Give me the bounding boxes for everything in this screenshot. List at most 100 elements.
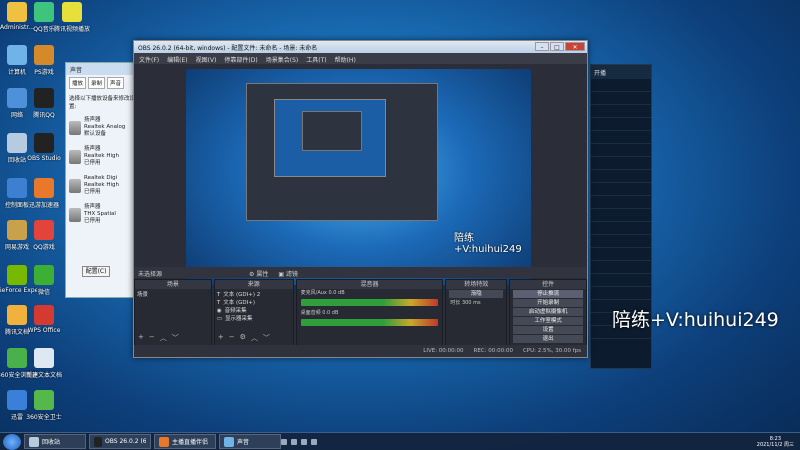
list-item[interactable] (591, 92, 651, 105)
source-item[interactable]: T 文本 (GDI+) 2 (217, 291, 291, 299)
tab-recording[interactable]: 录制 (88, 77, 106, 89)
device-state: 默认设备 (84, 131, 107, 137)
menu-scene-collection[interactable]: 场景集合(S) (266, 55, 299, 64)
list-item[interactable] (591, 131, 651, 144)
list-item[interactable] (591, 144, 651, 157)
desktop-icon[interactable]: 迅游加速器 (24, 178, 64, 209)
list-item[interactable] (591, 196, 651, 209)
device-driver: THX Spatial (84, 211, 116, 217)
list-item[interactable] (591, 79, 651, 92)
list-item[interactable] (591, 235, 651, 248)
scenes-dock[interactable]: 场景 场景 + − ︿ ﹀ (134, 279, 212, 346)
tab-playback[interactable]: 播放 (69, 77, 87, 89)
obs-titlebar[interactable]: OBS 26.0.2 (64-bit, windows) - 配置文件: 未命名… (134, 41, 587, 53)
obs-preview[interactable]: 陪练+V:huihui249 (186, 69, 531, 294)
list-item[interactable] (591, 287, 651, 300)
menu-help[interactable]: 帮助(H) (335, 55, 356, 64)
virtual-camera-button[interactable]: 启动虚拟摄像机 (513, 308, 584, 316)
add-icon[interactable]: + (218, 333, 224, 343)
start-button[interactable] (3, 433, 21, 450)
properties-button[interactable]: ⚙ 属性 (249, 269, 268, 278)
taskbar-button[interactable]: 声音 (219, 434, 281, 449)
desktop-icon[interactable]: QQ游戏 (24, 220, 64, 251)
duration-row: 时长 300 ms (446, 299, 506, 306)
settings-button[interactable]: 设置 (513, 326, 584, 334)
tray-icon[interactable] (291, 438, 297, 445)
up-icon[interactable]: ︿ (251, 333, 258, 343)
monitor-icon: ▭ (216, 316, 223, 322)
device-driver: Realtek Analog (84, 124, 126, 130)
filters-button[interactable]: ▣ 滤镜 (278, 269, 298, 278)
up-icon[interactable]: ︿ (160, 333, 167, 343)
configure-button[interactable]: 配置(C) (82, 266, 110, 277)
desktop-icon-label: 迅游加速器 (28, 202, 59, 209)
list-item[interactable] (591, 170, 651, 183)
down-icon[interactable]: ﹀ (172, 333, 179, 343)
desktop-icon[interactable]: WPS Office (24, 305, 64, 334)
remove-icon[interactable]: − (229, 333, 235, 343)
add-icon[interactable]: + (138, 333, 144, 343)
list-item[interactable] (591, 183, 651, 196)
tab-sounds[interactable]: 声音 (107, 77, 125, 89)
mixer-track: 麦克风/Aux 0.0 dB (297, 289, 443, 296)
desktop-icon[interactable]: PS游戏 (24, 45, 64, 76)
list-item[interactable] (591, 118, 651, 131)
taskbar-button[interactable]: OBS 26.0.2 (64... (89, 434, 151, 449)
list-item[interactable] (591, 274, 651, 287)
source-item[interactable]: ◉ 音频采集 (217, 307, 291, 315)
remove-icon[interactable]: − (149, 333, 155, 343)
mixer-dock[interactable]: 混音器 麦克风/Aux 0.0 dB 桌面音频 0.0 dB (295, 279, 444, 346)
desktop-icon[interactable]: 新建文本文档 (24, 348, 64, 379)
sources-dock[interactable]: 来源 T 文本 (GDI+) 2 T 文本 (GDI+) ◉ 音频采集 ▭ 显示器采集 … (213, 279, 294, 346)
volume-meter[interactable] (300, 319, 439, 326)
studio-mode-button[interactable]: 工作室模式 (513, 317, 584, 325)
stop-streaming-button[interactable]: 停止推流 (513, 290, 584, 298)
menu-docks[interactable]: 停靠部件(D) (224, 55, 257, 64)
desktop-icon-label: WPS Office (27, 327, 61, 334)
transition-select[interactable]: 渐隐 (449, 290, 504, 298)
close-icon[interactable]: ✕ (565, 42, 585, 51)
desktop-icon[interactable]: 腾讯视频播放 (52, 2, 92, 33)
list-item[interactable] (591, 261, 651, 274)
list-item[interactable] (591, 209, 651, 222)
exit-button[interactable]: 退出 (513, 335, 584, 343)
menu-edit[interactable]: 编辑(E) (167, 55, 187, 64)
volume-meter[interactable] (300, 299, 439, 306)
speaker-icon (69, 178, 81, 193)
transitions-dock[interactable]: 转场特效 渐隐 时长 300 ms (445, 279, 508, 346)
clock[interactable]: 8:23 2021/11/2 周三 (757, 436, 794, 448)
desktop-icon[interactable]: 360安全卫士 (24, 390, 64, 421)
desktop-icon[interactable]: OBS Studio (24, 133, 64, 162)
source-item[interactable]: ▭ 显示器采集 (217, 315, 291, 323)
tray-icon[interactable] (311, 438, 317, 445)
tray-icon[interactable] (301, 438, 307, 445)
desktop-icon[interactable]: 微信 (24, 265, 64, 296)
source-item[interactable]: T 文本 (GDI+) (217, 299, 291, 307)
scene-item[interactable]: 场景 (137, 291, 209, 299)
list-item[interactable] (591, 105, 651, 118)
down-icon[interactable]: ﹀ (263, 333, 270, 343)
list-item[interactable] (591, 248, 651, 261)
taskbar-button[interactable]: 主播直播伴侣 (154, 434, 216, 449)
taskbar-button[interactable]: 回收站 (24, 434, 86, 449)
menu-view[interactable]: 视图(V) (196, 55, 217, 64)
tray-icon[interactable] (281, 438, 287, 445)
list-item[interactable] (591, 222, 651, 235)
gear-icon[interactable]: ⚙ (240, 333, 246, 343)
controls-dock[interactable]: 控件 停止推流 开始录制 启动虚拟摄像机 工作室模式 设置 退出 (509, 279, 588, 346)
obs-window[interactable]: OBS 26.0.2 (64-bit, windows) - 配置文件: 未命名… (133, 40, 588, 358)
desktop-icon[interactable]: 腾讯QQ (24, 88, 64, 119)
maximize-icon[interactable]: □ (550, 42, 564, 51)
preview-nested-window (302, 111, 362, 151)
minimize-icon[interactable]: – (535, 42, 549, 51)
app-icon (29, 436, 39, 447)
rec-status: REC: 00:00:00 (473, 348, 513, 354)
start-recording-button[interactable]: 开始录制 (513, 299, 584, 307)
list-item[interactable] (591, 157, 651, 170)
app-icon (34, 390, 54, 410)
menu-file[interactable]: 文件(F) (139, 55, 159, 64)
duration-value[interactable]: 300 ms (462, 300, 481, 306)
menu-tools[interactable]: 工具(T) (306, 55, 326, 64)
watermark-text: 陪练+V:huihui249 (612, 309, 779, 331)
track-db: 0.0 dB (322, 310, 339, 316)
